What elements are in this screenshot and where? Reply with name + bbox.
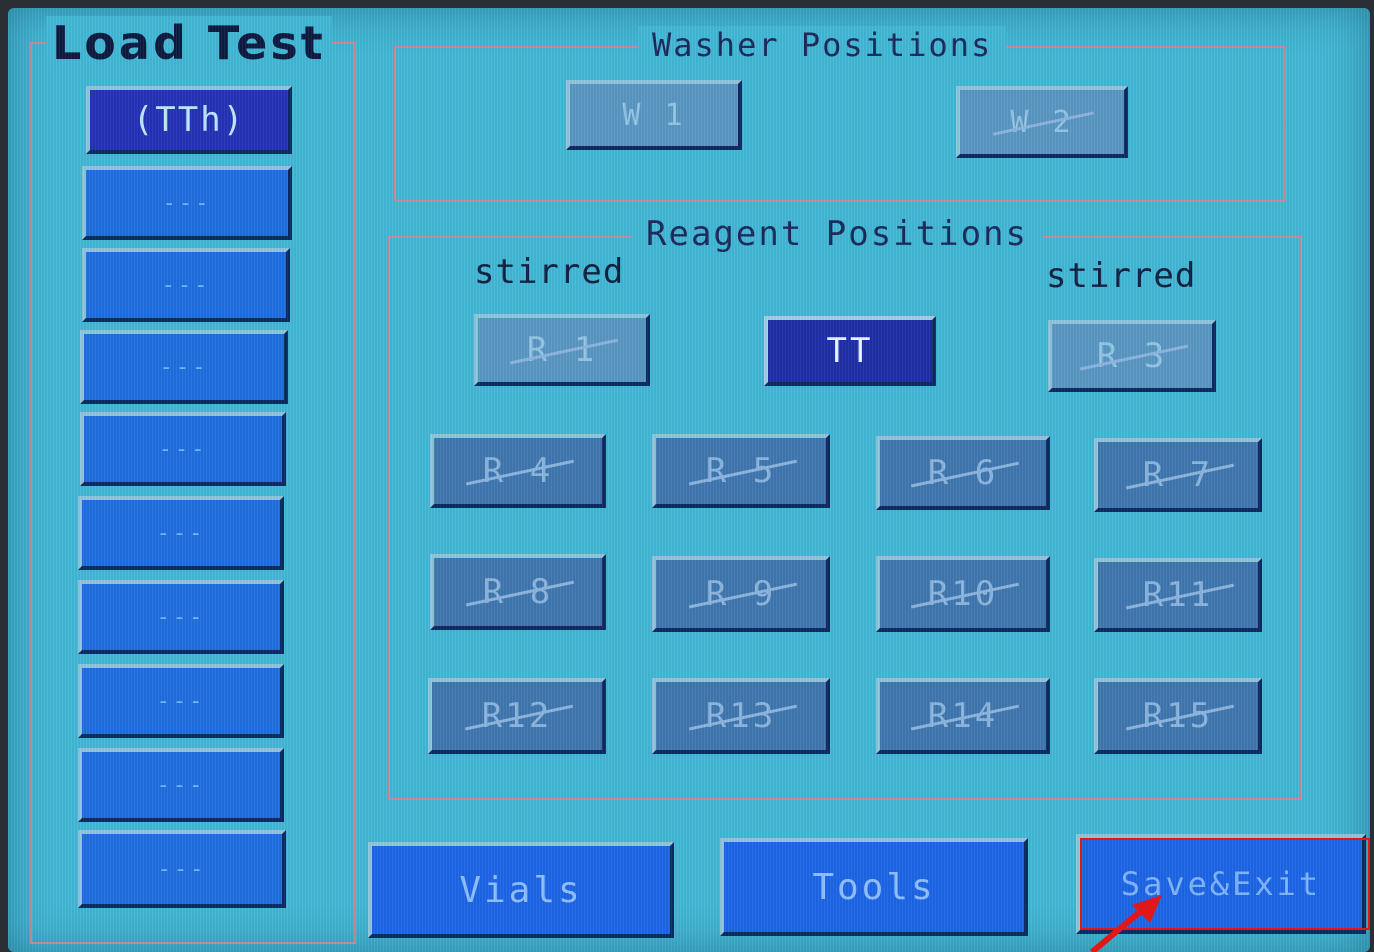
reagent-r7-button[interactable]: R 7: [1094, 438, 1262, 512]
vials-button[interactable]: Vials: [368, 842, 674, 938]
reagent-r9-button[interactable]: R 9: [652, 556, 830, 632]
washer-w2-button[interactable]: W 2: [956, 86, 1128, 158]
washer-positions-panel: [394, 46, 1286, 202]
reagent-r3-button[interactable]: R 3: [1048, 320, 1216, 392]
load-test-title: Load Test: [46, 16, 332, 70]
reagent-r10-button[interactable]: R10: [876, 556, 1050, 632]
reagent-r8-button[interactable]: R 8: [430, 554, 606, 630]
stirred-label-right: stirred: [1046, 256, 1197, 296]
washer-positions-title: Washer Positions: [638, 26, 1007, 64]
reagent-r4-button[interactable]: R 4: [430, 434, 606, 508]
washer-w1-button[interactable]: W 1: [566, 80, 742, 150]
annotation-arrow-icon: [1090, 895, 1162, 952]
reagent-r13-button[interactable]: R13: [652, 678, 830, 754]
reagent-r1-button[interactable]: R 1: [474, 314, 650, 386]
test-slot-3[interactable]: ---: [82, 248, 290, 322]
test-slot-4[interactable]: ---: [80, 330, 288, 404]
tools-button[interactable]: Tools: [720, 838, 1028, 936]
reagent-tt-button[interactable]: TT: [764, 316, 936, 386]
reagent-r12-button[interactable]: R12: [428, 678, 606, 754]
test-slot-7[interactable]: ---: [78, 580, 284, 654]
stirred-label-left: stirred: [474, 252, 625, 292]
reagent-r5-button[interactable]: R 5: [652, 434, 830, 508]
touch-screen: Load Test (TTh) --- --- --- --- --- --- …: [8, 8, 1370, 952]
test-slot-1[interactable]: (TTh): [86, 86, 292, 154]
reagent-positions-title: Reagent Positions: [632, 214, 1042, 254]
test-slot-6[interactable]: ---: [78, 496, 284, 570]
reagent-r11-button[interactable]: R11: [1094, 558, 1262, 632]
test-slot-5[interactable]: ---: [80, 412, 286, 486]
test-slot-9[interactable]: ---: [78, 748, 284, 822]
reagent-r14-button[interactable]: R14: [876, 678, 1050, 754]
test-slot-2[interactable]: ---: [82, 166, 292, 240]
reagent-r15-button[interactable]: R15: [1094, 678, 1262, 754]
reagent-r6-button[interactable]: R 6: [876, 436, 1050, 510]
test-slot-8[interactable]: ---: [78, 664, 284, 738]
test-slot-10[interactable]: ---: [78, 830, 286, 908]
